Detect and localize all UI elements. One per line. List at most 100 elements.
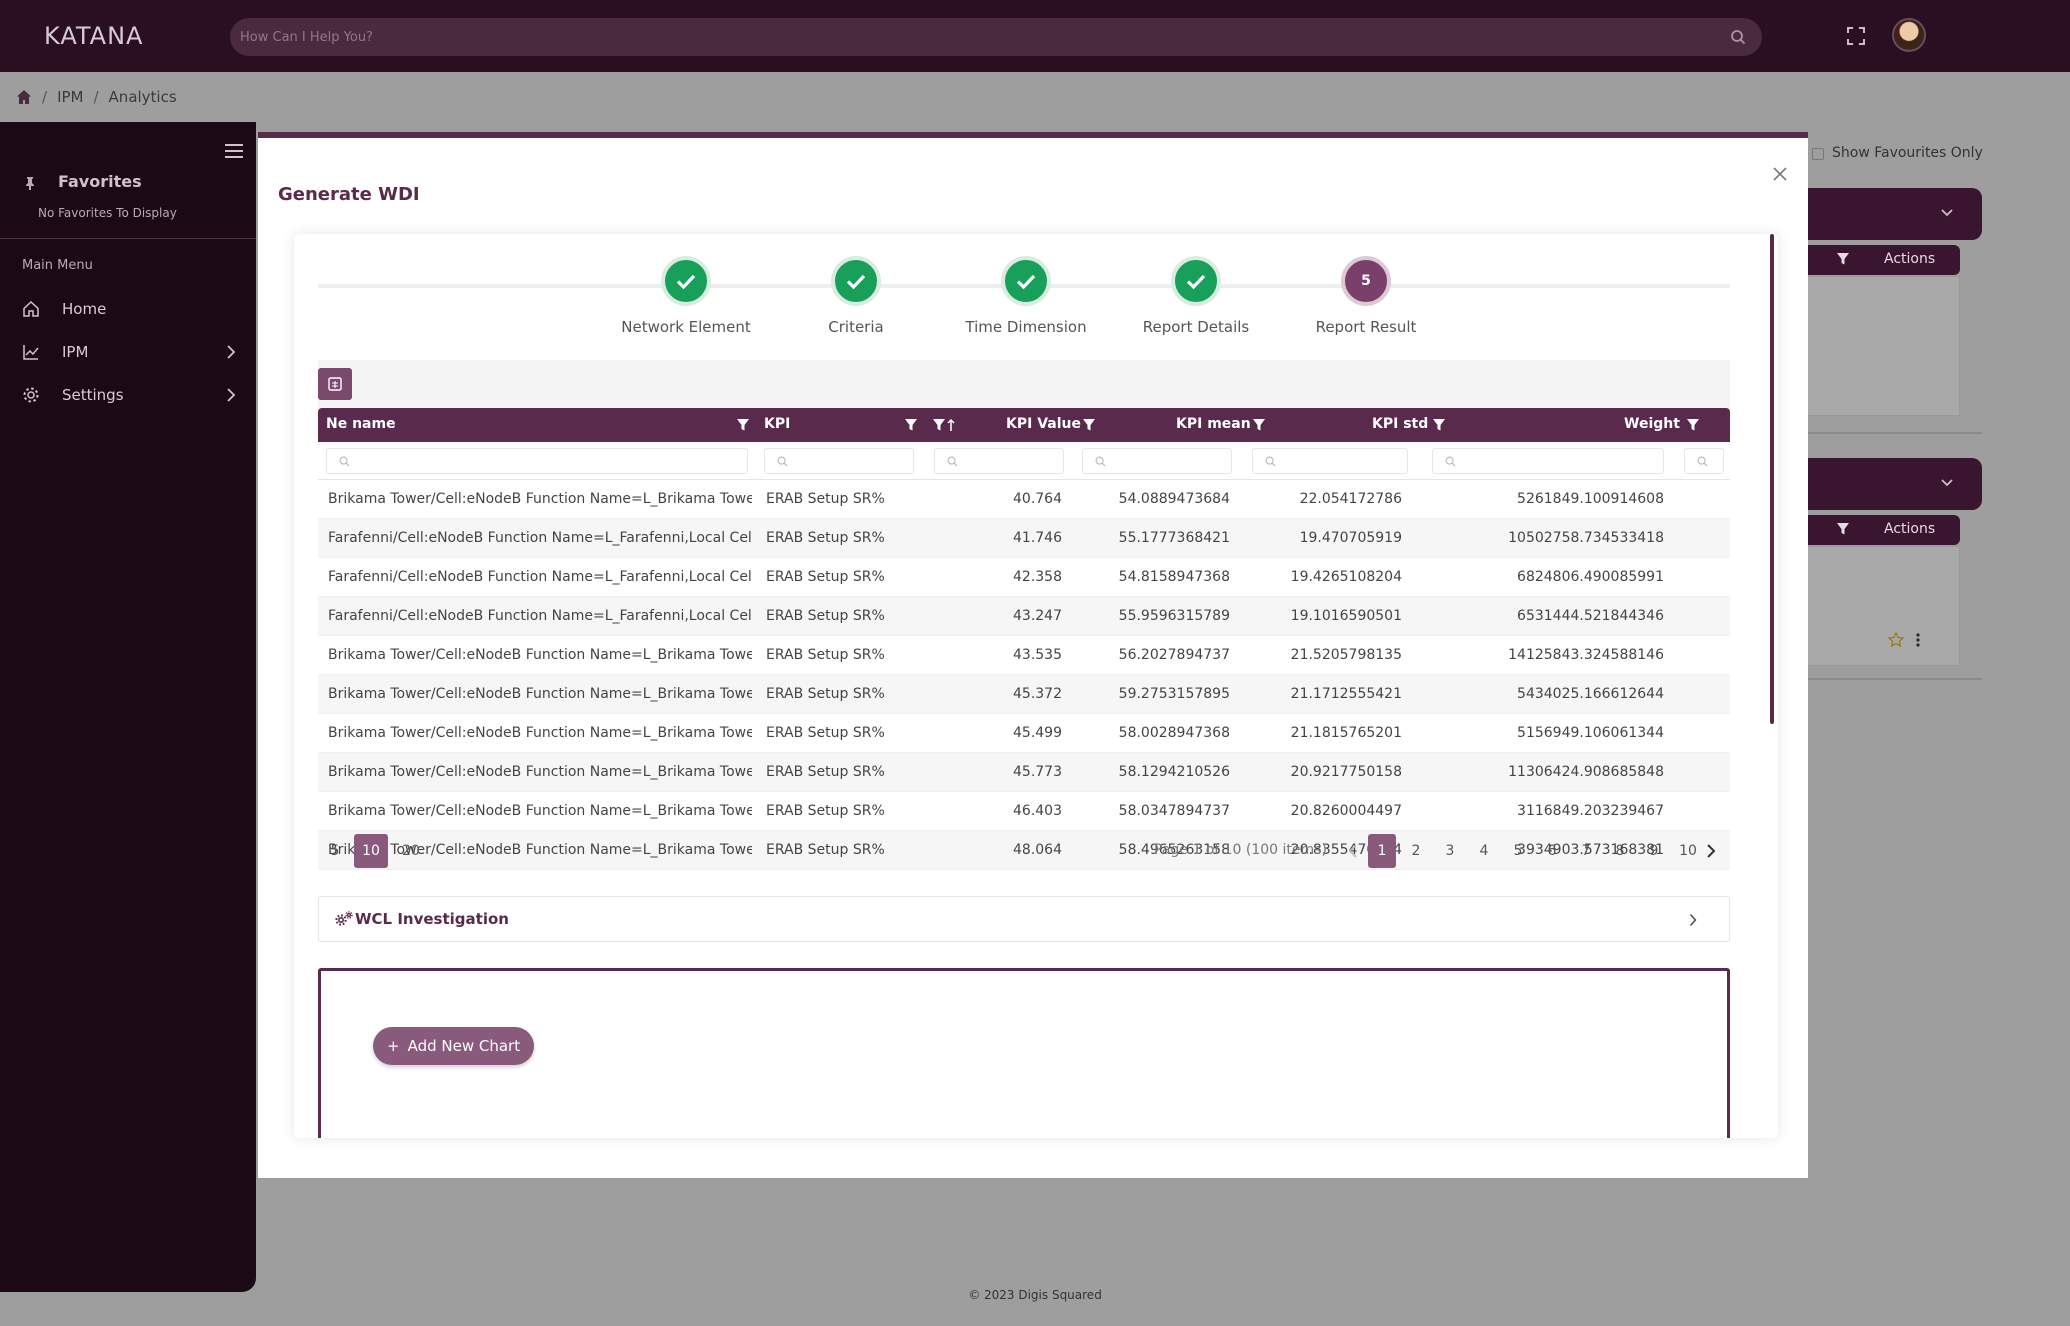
column-header-kpi-std[interactable]: KPI std [1372, 416, 1428, 432]
check-icon [846, 274, 866, 290]
filter-input-actions[interactable] [1684, 448, 1724, 474]
column-header-kpi-value[interactable]: KPI Value [1006, 416, 1081, 432]
page-number-3[interactable]: 3 [1436, 834, 1464, 868]
more-icon[interactable] [1916, 632, 1920, 648]
page-number-5[interactable]: 5 [1504, 834, 1532, 868]
page-size-10[interactable]: 10 [354, 834, 388, 868]
breadcrumb-item-ipm[interactable]: IPM [57, 88, 83, 106]
page-number-4[interactable]: 4 [1470, 834, 1498, 868]
table-row[interactable]: Brikama Tower/Cell:eNodeB Function Name=… [318, 480, 1730, 519]
avatar[interactable] [1892, 18, 1926, 52]
table-row[interactable]: Brikama Tower/Cell:eNodeB Function Name=… [318, 714, 1730, 753]
add-new-chart-button[interactable]: + Add New Chart [373, 1027, 535, 1065]
wcl-investigation-panel[interactable]: WCL Investigation [318, 896, 1730, 942]
page-size-5[interactable]: 5 [318, 834, 352, 868]
grid-filter-row [318, 442, 1730, 480]
cell-ne-name: Brikama Tower/Cell:eNodeB Function Name=… [328, 647, 752, 663]
step-report-result[interactable]: 5 Report Result [1276, 256, 1456, 336]
cell-kpi: ERAB Setup SR% [766, 803, 885, 819]
filter-icon[interactable] [1252, 418, 1266, 432]
check-icon [1016, 274, 1036, 290]
filter-icon[interactable] [904, 418, 918, 432]
page-number-2[interactable]: 2 [1402, 834, 1430, 868]
cell-kpi: ERAB Setup SR% [766, 530, 885, 546]
chevron-right-icon[interactable] [1706, 843, 1716, 859]
show-favourites-checkbox[interactable] [1812, 148, 1824, 160]
table-row[interactable]: Brikama Tower/Cell:eNodeB Function Name=… [318, 675, 1730, 714]
table-row[interactable]: Farafenni/Cell:eNodeB Function Name=L_Fa… [318, 597, 1730, 636]
cell-kpi-mean: 54.0889473684 [1118, 491, 1230, 507]
column-header-kpi[interactable]: KPI [764, 416, 790, 432]
scrollbar[interactable] [1770, 234, 1774, 724]
step-report-details[interactable]: Report Details [1106, 256, 1286, 336]
step-label: Time Dimension [965, 318, 1087, 336]
export-button[interactable] [318, 368, 352, 400]
page-size-20[interactable]: 20 [394, 834, 428, 868]
background-section-header[interactable] [1790, 458, 1982, 510]
filter-icon[interactable] [1686, 418, 1700, 432]
star-icon[interactable] [1888, 632, 1904, 648]
sidebar-item-settings[interactable]: Settings [0, 378, 256, 412]
filter-input-weight[interactable] [1432, 448, 1664, 474]
table-row[interactable]: Farafenni/Cell:eNodeB Function Name=L_Fa… [318, 558, 1730, 597]
column-header-weight[interactable]: Weight [1624, 416, 1680, 432]
column-header-ne-name[interactable]: Ne name [326, 416, 396, 432]
table-row[interactable]: Brikama Tower/Cell:eNodeB Function Name=… [318, 792, 1730, 831]
background-section-header[interactable] [1790, 188, 1982, 240]
grid-body: Brikama Tower/Cell:eNodeB Function Name=… [318, 480, 1730, 870]
table-row[interactable]: Farafenni/Cell:eNodeB Function Name=L_Fa… [318, 519, 1730, 558]
filter-icon[interactable] [1836, 252, 1850, 266]
app-logo[interactable]: KATANA [44, 22, 143, 50]
cell-weight: 11306424.908685848 [1508, 764, 1664, 780]
cell-ne-name: Farafenni/Cell:eNodeB Function Name=L_Fa… [328, 569, 752, 585]
filter-icon[interactable] [1432, 418, 1446, 432]
filter-input-kpi[interactable] [764, 448, 914, 474]
check-icon [676, 274, 696, 290]
filter-input-kpi-mean[interactable] [1082, 448, 1232, 474]
expand-icon[interactable] [1846, 26, 1866, 46]
chevron-down-icon [1941, 209, 1953, 217]
filter-icon[interactable] [736, 418, 750, 432]
search-icon[interactable] [1730, 29, 1746, 45]
step-criteria[interactable]: Criteria [766, 256, 946, 336]
grid-header: Ne name KPI KPI Value KPI mean KPI std W… [318, 408, 1730, 442]
sort-filter-icon[interactable] [932, 418, 956, 432]
search-box[interactable] [230, 18, 1762, 56]
page-number-10[interactable]: 10 [1674, 834, 1702, 868]
step-network-element[interactable]: Network Element [596, 256, 776, 336]
background-divider [1790, 678, 1982, 680]
page-number-7[interactable]: 7 [1572, 834, 1600, 868]
filter-input-kpi-std[interactable] [1252, 448, 1408, 474]
add-new-chart-label: Add New Chart [407, 1037, 521, 1055]
background-divider [1790, 432, 1982, 434]
chevron-left-icon[interactable] [1348, 843, 1358, 859]
page-number-8[interactable]: 8 [1606, 834, 1634, 868]
sidebar-item-home[interactable]: Home [0, 292, 256, 326]
page-number-9[interactable]: 9 [1640, 834, 1668, 868]
page-number-6[interactable]: 6 [1538, 834, 1566, 868]
filter-input-kpi-value[interactable] [934, 448, 1064, 474]
sidebar-item-ipm[interactable]: IPM [0, 335, 256, 369]
cell-weight: 10502758.734533418 [1508, 530, 1664, 546]
cell-kpi-value: 43.535 [1013, 647, 1062, 663]
step-time-dimension[interactable]: Time Dimension [936, 256, 1116, 336]
column-header-kpi-mean[interactable]: KPI mean [1176, 416, 1251, 432]
filter-input-ne-name[interactable] [326, 448, 748, 474]
sidebar-item-label: Home [62, 300, 107, 318]
cell-ne-name: Brikama Tower/Cell:eNodeB Function Name=… [328, 803, 752, 819]
table-row[interactable]: Brikama Tower/Cell:eNodeB Function Name=… [318, 753, 1730, 792]
close-icon[interactable] [1772, 166, 1788, 182]
cell-weight: 6531444.521844346 [1517, 608, 1664, 624]
page-number-1[interactable]: 1 [1368, 834, 1396, 868]
search-icon [1697, 456, 1708, 467]
search-icon [947, 456, 958, 467]
search-input[interactable] [240, 18, 1700, 56]
filter-icon[interactable] [1082, 418, 1096, 432]
cell-weight: 5261849.100914608 [1517, 491, 1664, 507]
hamburger-icon[interactable] [224, 142, 244, 160]
cell-kpi-mean: 55.1777368421 [1118, 530, 1230, 546]
home-icon[interactable] [16, 89, 32, 105]
table-row[interactable]: Brikama Tower/Cell:eNodeB Function Name=… [318, 636, 1730, 675]
filter-icon[interactable] [1836, 522, 1850, 536]
top-bar: KATANA [0, 0, 2070, 72]
